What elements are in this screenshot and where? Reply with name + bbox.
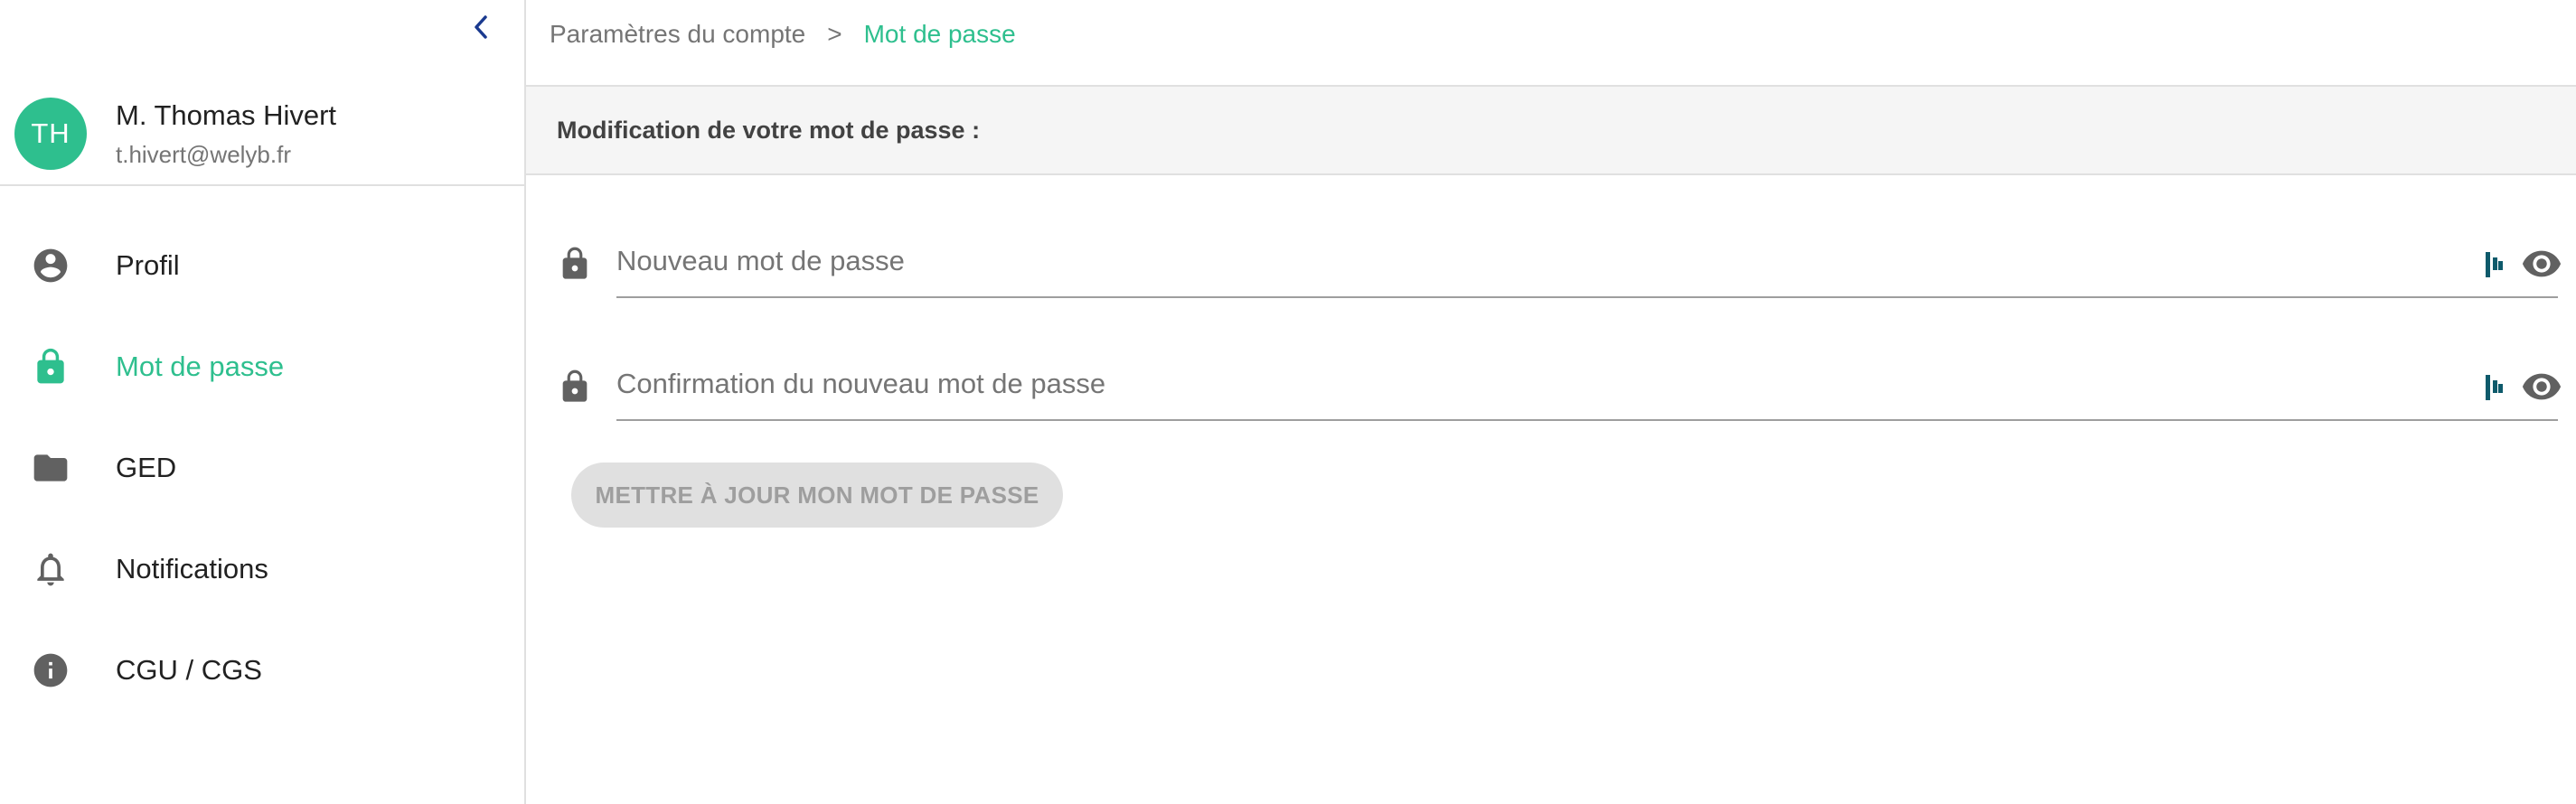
new-password-input[interactable] xyxy=(616,226,2558,298)
sidebar-item-label: Notifications xyxy=(116,553,268,584)
sidebar-item-cgu-cgs[interactable]: CGU / CGS xyxy=(0,620,524,721)
breadcrumb-parent[interactable]: Paramètres du compte xyxy=(550,20,805,49)
info-icon xyxy=(31,650,71,690)
sidebar-item-label: CGU / CGS xyxy=(116,654,262,686)
show-password-icon[interactable] xyxy=(2520,246,2563,282)
section-title: Modification de votre mot de passe : xyxy=(557,117,981,144)
account-circle-icon xyxy=(31,246,71,285)
chevron-left-icon xyxy=(475,15,487,39)
sidebar-item-ged[interactable]: GED xyxy=(0,417,524,519)
avatar-initials: TH xyxy=(31,117,71,149)
password-manager-icon[interactable] xyxy=(2482,372,2507,403)
breadcrumb: Paramètres du compte > Mot de passe xyxy=(550,20,1016,49)
sidebar-item-notifications[interactable]: Notifications xyxy=(0,519,524,620)
sidebar-item-profil[interactable]: Profil xyxy=(0,215,524,316)
lock-icon xyxy=(557,242,593,285)
bell-icon xyxy=(31,549,71,589)
confirm-password-input[interactable] xyxy=(616,349,2558,421)
breadcrumb-current: Mot de passe xyxy=(863,20,1016,48)
folder-icon xyxy=(31,448,71,488)
sidebar: TH M. Thomas Hivert t.hivert@welyb.fr Pr… xyxy=(0,0,526,804)
password-manager-icon[interactable] xyxy=(2482,249,2507,280)
breadcrumb-separator: > xyxy=(827,20,842,48)
collapse-sidebar-button[interactable] xyxy=(465,11,497,43)
user-profile-block: TH M. Thomas Hivert t.hivert@welyb.fr xyxy=(0,87,524,186)
show-password-icon[interactable] xyxy=(2520,369,2563,405)
lock-icon xyxy=(557,365,593,408)
confirm-password-field xyxy=(557,349,2563,421)
update-password-button[interactable]: METTRE À JOUR MON MOT DE PASSE xyxy=(571,463,1063,528)
new-password-field xyxy=(557,226,2563,298)
user-email: t.hivert@welyb.fr xyxy=(116,141,291,168)
sidebar-item-label: Profil xyxy=(116,249,180,281)
sidebar-item-mot-de-passe[interactable]: Mot de passe xyxy=(0,316,524,417)
avatar: TH xyxy=(14,98,87,170)
sidebar-item-label: GED xyxy=(116,452,177,483)
section-header: Modification de votre mot de passe : xyxy=(526,85,2576,175)
user-name: M. Thomas Hivert xyxy=(116,99,337,131)
sidebar-item-label: Mot de passe xyxy=(116,351,285,382)
main-content: Paramètres du compte > Mot de passe Modi… xyxy=(526,0,2576,804)
lock-icon xyxy=(31,347,71,387)
sidebar-nav: Profil Mot de passe GED Notifications CG… xyxy=(0,215,524,721)
